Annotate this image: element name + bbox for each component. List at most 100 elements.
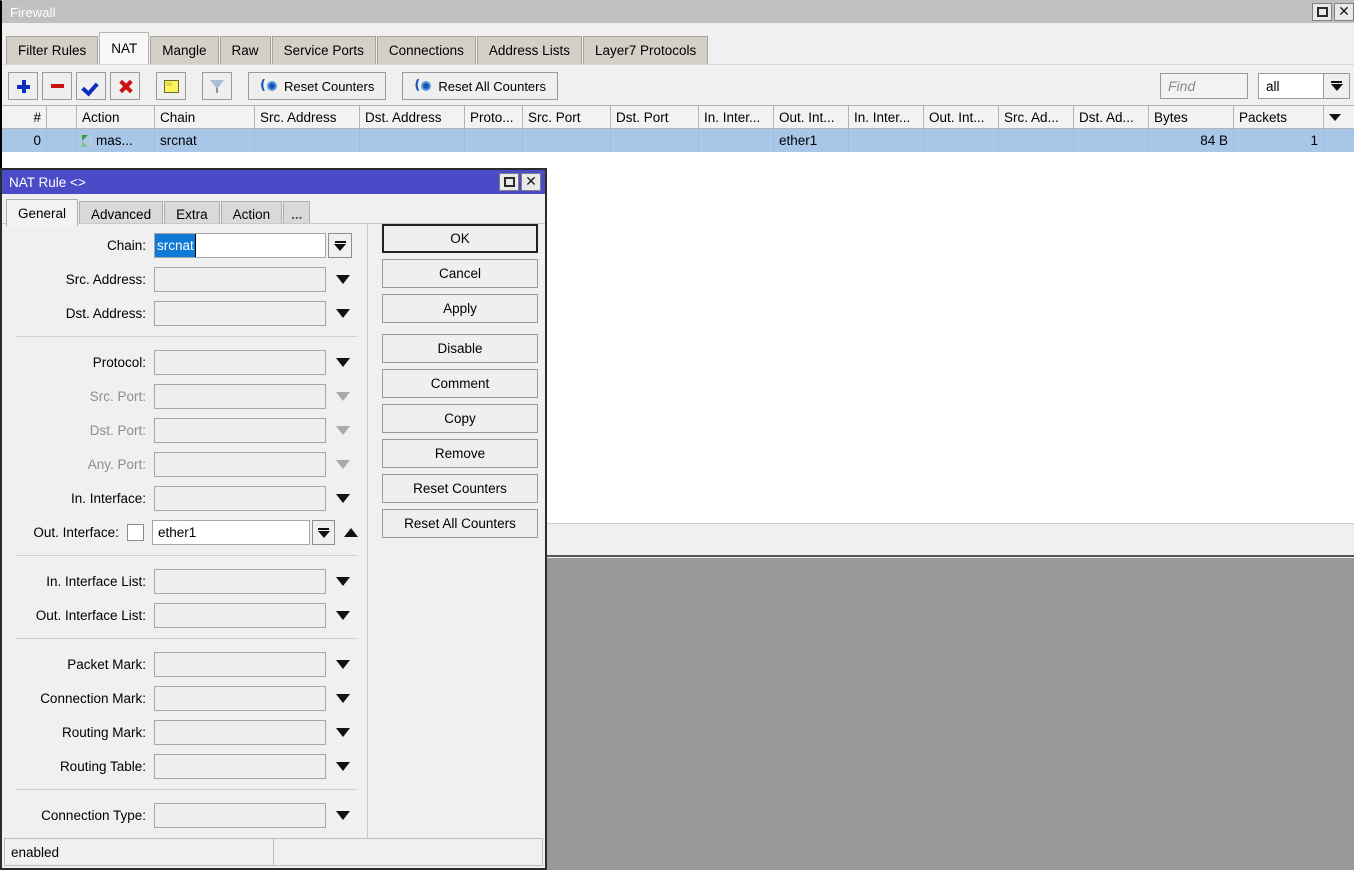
comment-button[interactable]: Comment xyxy=(382,369,538,398)
column-header-packets[interactable]: Packets xyxy=(1234,106,1324,128)
chevron-down-icon[interactable] xyxy=(336,309,350,318)
column-header-flags[interactable] xyxy=(47,106,77,128)
column-chooser-button[interactable] xyxy=(1324,106,1346,128)
remove-rule-button[interactable] xyxy=(42,72,72,100)
field-chain: Chain: srcnat xyxy=(2,232,367,259)
column-header-src-address-list[interactable]: Src. Ad... xyxy=(999,106,1074,128)
tab-layer7-protocols[interactable]: Layer7 Protocols xyxy=(583,36,708,64)
column-header-dst-address[interactable]: Dst. Address xyxy=(360,106,465,128)
chevron-down-icon[interactable] xyxy=(336,494,350,503)
column-header-in-interface[interactable]: In. Inter... xyxy=(699,106,774,128)
field-src-port-label: Src. Port: xyxy=(2,389,154,404)
dialog-close-button[interactable]: ✕ xyxy=(521,173,541,191)
field-out-interface-collapse-button[interactable] xyxy=(341,520,361,545)
dialog-tab-general[interactable]: General xyxy=(6,199,78,226)
dialog-restore-button[interactable] xyxy=(499,173,519,191)
remove-button[interactable]: Remove xyxy=(382,439,538,468)
tab-nat[interactable]: NAT xyxy=(99,32,149,64)
chevron-down-icon[interactable] xyxy=(336,577,350,586)
column-header-index[interactable]: # xyxy=(2,106,47,128)
tab-service-ports[interactable]: Service Ports xyxy=(272,36,376,64)
bar-down-arrow-icon xyxy=(318,528,330,538)
chevron-down-icon[interactable] xyxy=(336,358,350,367)
column-header-action[interactable]: Action xyxy=(77,106,155,128)
column-header-dst-port[interactable]: Dst. Port xyxy=(611,106,699,128)
field-chain-dropdown-button[interactable] xyxy=(328,233,352,258)
tab-address-lists[interactable]: Address Lists xyxy=(477,36,582,64)
column-header-chain[interactable]: Chain xyxy=(155,106,255,128)
restore-button[interactable] xyxy=(1312,3,1332,21)
tab-connections[interactable]: Connections xyxy=(377,36,476,64)
copy-button[interactable]: Copy xyxy=(382,404,538,433)
field-protocol-input[interactable] xyxy=(154,350,326,375)
column-header-in-interface-list[interactable]: In. Inter... xyxy=(849,106,924,128)
cell-in-interface xyxy=(699,129,774,152)
find-scope-input[interactable]: all xyxy=(1258,73,1324,99)
field-routing-mark-input[interactable] xyxy=(154,720,326,745)
field-out-interface-negate-checkbox[interactable] xyxy=(127,524,144,541)
field-out-interface-dropdown-button[interactable] xyxy=(312,520,334,545)
dialog-status-right xyxy=(274,838,543,866)
chevron-down-icon[interactable] xyxy=(336,811,350,820)
reset-all-counters-button[interactable]: Reset All Counters xyxy=(382,509,538,538)
field-dst-address: Dst. Address: xyxy=(2,300,367,327)
column-header-out-interface-list[interactable]: Out. Int... xyxy=(924,106,999,128)
ok-button[interactable]: OK xyxy=(382,224,538,253)
find-input[interactable]: Find xyxy=(1160,73,1248,99)
cell-out-interface-list xyxy=(924,129,999,152)
close-button[interactable]: ✕ xyxy=(1334,3,1354,21)
masquerade-icon xyxy=(82,135,92,147)
enable-rule-button[interactable] xyxy=(76,72,106,100)
field-connection-mark-input[interactable] xyxy=(154,686,326,711)
reset-counters-button[interactable]: Reset Counters xyxy=(382,474,538,503)
chevron-down-icon[interactable] xyxy=(336,762,350,771)
field-dst-address-input[interactable] xyxy=(154,301,326,326)
cross-icon xyxy=(119,80,132,93)
chevron-down-icon[interactable] xyxy=(336,611,350,620)
field-src-address-input[interactable] xyxy=(154,267,326,292)
dialog-title: NAT Rule <> xyxy=(9,175,86,190)
column-header-out-interface[interactable]: Out. Int... xyxy=(774,106,849,128)
filter-button[interactable] xyxy=(202,72,232,100)
find-scope-dropdown-button[interactable] xyxy=(1324,73,1350,99)
field-packet-mark-input[interactable] xyxy=(154,652,326,677)
reset-counters-button[interactable]: ( Reset Counters xyxy=(248,72,386,100)
add-rule-button[interactable] xyxy=(8,72,38,100)
column-header-protocol[interactable]: Proto... xyxy=(465,106,523,128)
close-icon: ✕ xyxy=(1338,5,1350,19)
tabbar-underline xyxy=(2,64,1354,66)
column-header-src-address[interactable]: Src. Address xyxy=(255,106,360,128)
tab-mangle[interactable]: Mangle xyxy=(150,36,218,64)
field-routing-table-input[interactable] xyxy=(154,754,326,779)
column-header-bytes[interactable]: Bytes xyxy=(1149,106,1234,128)
cell-packets: 1 xyxy=(1234,129,1324,152)
column-header-dst-address-list[interactable]: Dst. Ad... xyxy=(1074,106,1149,128)
check-icon xyxy=(84,80,98,92)
field-out-interface-input[interactable]: ether1 xyxy=(152,520,311,545)
cell-src-port xyxy=(523,129,611,152)
cell-protocol xyxy=(465,129,523,152)
field-chain-input[interactable]: srcnat xyxy=(154,233,326,258)
tab-filter-rules[interactable]: Filter Rules xyxy=(6,36,98,64)
chevron-down-icon[interactable] xyxy=(336,694,350,703)
chevron-down-icon[interactable] xyxy=(336,275,350,284)
field-connection-type-input[interactable] xyxy=(154,803,326,828)
table-row[interactable]: 0 mas... srcnat ether1 84 B 1 xyxy=(2,129,1354,152)
field-src-address: Src. Address: xyxy=(2,266,367,293)
column-header-src-port[interactable]: Src. Port xyxy=(523,106,611,128)
reset-all-counters-button[interactable]: ( Reset All Counters xyxy=(402,72,558,100)
chevron-down-icon[interactable] xyxy=(336,728,350,737)
field-any-port-label: Any. Port: xyxy=(2,457,154,472)
apply-button[interactable]: Apply xyxy=(382,294,538,323)
cell-index: 0 xyxy=(2,129,47,152)
disable-rule-button[interactable] xyxy=(110,72,140,100)
chevron-down-icon[interactable] xyxy=(336,660,350,669)
table-header-row: # Action Chain Src. Address Dst. Address… xyxy=(2,106,1354,129)
tab-raw[interactable]: Raw xyxy=(220,36,271,64)
disable-button[interactable]: Disable xyxy=(382,334,538,363)
cancel-button[interactable]: Cancel xyxy=(382,259,538,288)
field-out-interface-list-input[interactable] xyxy=(154,603,326,628)
field-in-interface-list-input[interactable] xyxy=(154,569,326,594)
comment-button[interactable] xyxy=(156,72,186,100)
field-in-interface-input[interactable] xyxy=(154,486,326,511)
